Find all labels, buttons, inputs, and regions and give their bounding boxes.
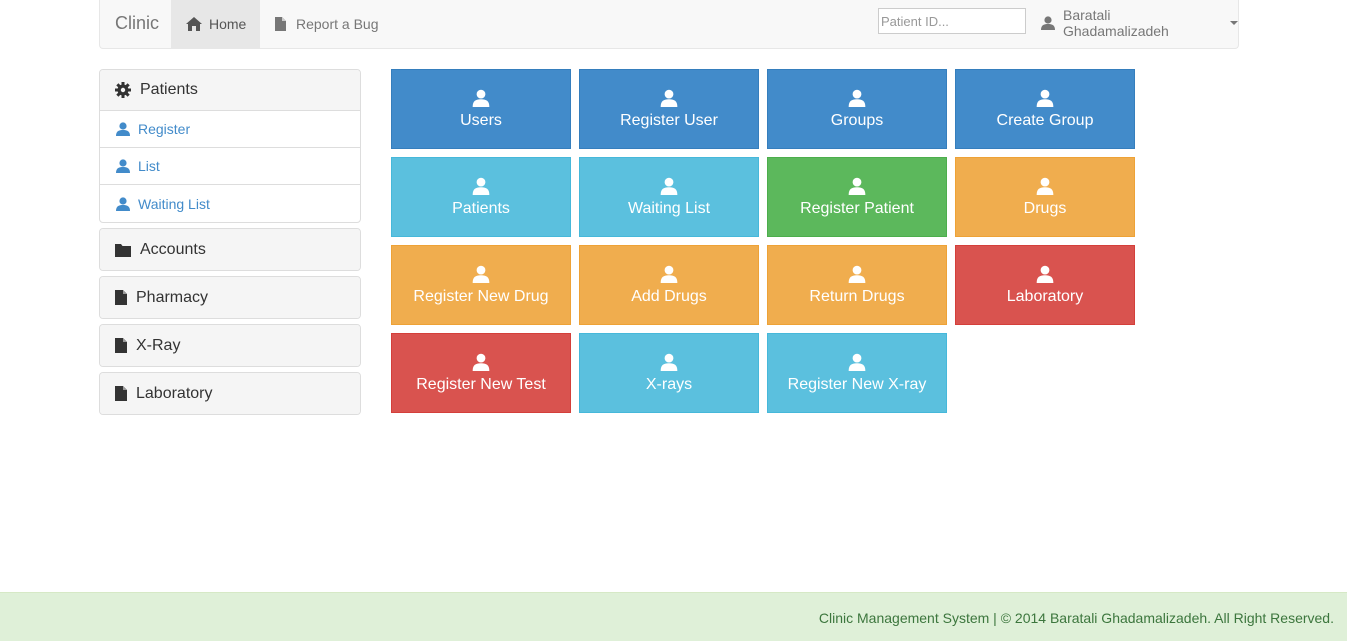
tile-register-patient[interactable]: Register Patient [767,157,947,237]
sidebar-heading-label: Accounts [140,240,206,258]
user-icon [472,177,490,195]
sidebar-heading-patients[interactable]: Patients [100,70,360,111]
tile-label: Register New Drug [413,288,549,305]
file-icon [115,290,127,305]
nav-home[interactable]: Home [171,0,260,48]
sidebar-item-register[interactable]: Register [100,111,360,148]
caret-down-icon [1230,21,1238,25]
sidebar-item-label: Register [138,121,191,137]
folder-icon [115,243,131,257]
tile-label: Add Drugs [631,288,707,305]
file-icon [115,386,127,401]
tile-label: Register User [620,112,718,129]
tile-label: Drugs [1023,200,1067,217]
user-icon [848,177,866,195]
tile-create-group[interactable]: Create Group [955,69,1135,149]
sidebar: Patients Register List Waiting List Acco… [99,69,361,420]
nav-report-bug-label: Report a Bug [296,16,379,32]
tile-register-new-drug[interactable]: Register New Drug [391,245,571,325]
tile-label: Register Patient [800,200,914,217]
dashboard-tiles: Users Register User Groups Create Group … [391,69,1143,413]
user-icon [848,353,866,371]
tile-register-new-xray[interactable]: Register New X-ray [767,333,947,413]
sidebar-heading-label: X-Ray [136,336,181,354]
file-icon [115,338,127,353]
sidebar-panel-xray: X-Ray [99,324,361,367]
sidebar-heading-accounts[interactable]: Accounts [100,229,360,270]
user-icon [116,122,130,136]
user-icon [1041,16,1055,30]
sidebar-heading-label: Laboratory [136,384,213,402]
user-icon [472,265,490,283]
sidebar-panel-pharmacy: Pharmacy [99,276,361,319]
user-name: Baratali Ghadamalizadeh [1063,7,1169,39]
user-icon [472,353,490,371]
file-icon [275,17,286,31]
tile-register-new-test[interactable]: Register New Test [391,333,571,413]
user-icon [660,89,678,107]
sidebar-panel-accounts: Accounts [99,228,361,271]
sidebar-item-list[interactable]: List [100,148,360,185]
tile-label: Users [460,112,502,129]
tile-label: X-rays [645,376,693,393]
user-icon [472,89,490,107]
user-icon [660,177,678,195]
tile-label: Create Group [996,112,1094,129]
tile-return-drugs[interactable]: Return Drugs [767,245,947,325]
user-icon [116,159,130,173]
user-icon [1036,89,1054,107]
tile-laboratory[interactable]: Laboratory [955,245,1135,325]
sidebar-heading-xray[interactable]: X-Ray [100,325,360,366]
user-icon [660,265,678,283]
patient-id-input[interactable] [878,8,1026,34]
sidebar-item-label: List [138,158,160,174]
footer-copyright: Clinic Management System | © 2014 Barata… [818,610,1334,626]
tile-label: Register New Test [416,376,546,393]
user-icon [848,265,866,283]
user-icon [660,353,678,371]
tile-add-drugs[interactable]: Add Drugs [579,245,759,325]
tile-label: Waiting List [627,200,711,217]
nav-home-label: Home [209,16,247,32]
tile-label: Register New X-ray [787,376,927,393]
tile-label: Groups [830,112,884,129]
tile-label: Laboratory [1006,288,1084,305]
tile-label: Patients [452,200,510,217]
tile-label: Return Drugs [809,288,905,305]
tile-waiting-list[interactable]: Waiting List [579,157,759,237]
tile-drugs[interactable]: Drugs [955,157,1135,237]
tile-patients[interactable]: Patients [391,157,571,237]
user-icon [848,89,866,107]
sidebar-item-label: Waiting List [138,195,210,212]
user-icon [116,196,130,211]
sidebar-panel-laboratory: Laboratory [99,372,361,415]
tile-groups[interactable]: Groups [767,69,947,149]
user-icon [1036,177,1054,195]
sidebar-heading-laboratory[interactable]: Laboratory [100,373,360,414]
tile-register-user[interactable]: Register User [579,69,759,149]
brand-link[interactable]: Clinic [115,13,159,34]
sidebar-item-waiting-list[interactable]: Waiting List [100,185,360,222]
sidebar-heading-label: Patients [140,81,198,98]
user-icon [1036,265,1054,283]
footer: Clinic Management System | © 2014 Barata… [0,592,1347,641]
gear-icon [115,82,131,98]
tile-xrays[interactable]: X-rays [579,333,759,413]
tile-users[interactable]: Users [391,69,571,149]
sidebar-panel-patients: Patients Register List Waiting List [99,69,361,223]
sidebar-heading-label: Pharmacy [136,288,209,306]
user-menu-dropdown[interactable]: Baratali Ghadamalizadeh [1041,0,1238,46]
sidebar-heading-pharmacy[interactable]: Pharmacy [100,277,360,318]
top-navbar: Clinic Home Report a Bug Baratali Ghadam… [99,0,1239,49]
nav-report-bug[interactable]: Report a Bug [275,0,379,48]
home-icon [186,17,202,31]
